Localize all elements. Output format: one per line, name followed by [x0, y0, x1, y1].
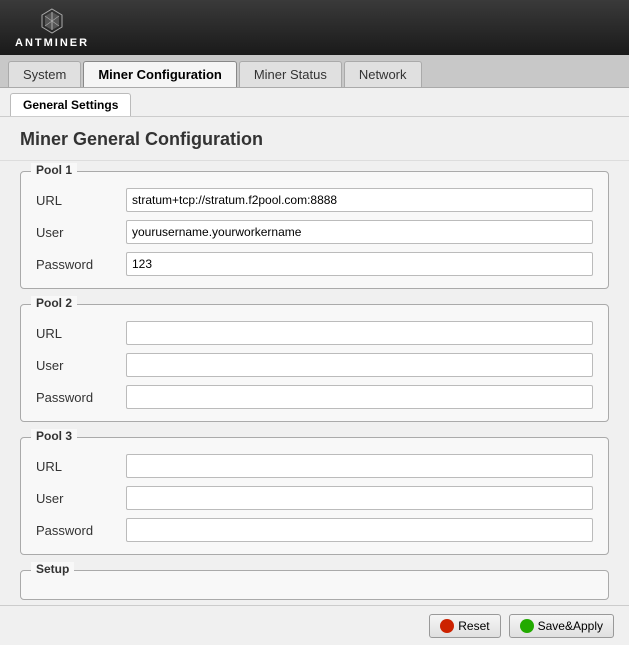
pool3-section: Pool 3 URL User Password: [20, 437, 609, 555]
pool2-password-row: Password: [36, 385, 593, 409]
tab-miner-status[interactable]: Miner Status: [239, 61, 342, 87]
pool3-password-input[interactable]: [126, 518, 593, 542]
main-content: Miner General Configuration Pool 1 URL U…: [0, 117, 629, 642]
pool2-password-input[interactable]: [126, 385, 593, 409]
pool1-password-label: Password: [36, 257, 126, 272]
pool2-user-input[interactable]: [126, 353, 593, 377]
sub-tab-general-settings[interactable]: General Settings: [10, 93, 131, 116]
pool1-user-row: User: [36, 220, 593, 244]
save-label: Save&Apply: [538, 619, 603, 633]
tab-system[interactable]: System: [8, 61, 81, 87]
pool2-section: Pool 2 URL User Password: [20, 304, 609, 422]
pool2-url-input[interactable]: [126, 321, 593, 345]
pool2-url-row: URL: [36, 321, 593, 345]
pool1-user-input[interactable]: [126, 220, 593, 244]
logo-text: ANTMINER: [15, 37, 89, 49]
pool3-password-row: Password: [36, 518, 593, 542]
pool1-legend: Pool 1: [31, 163, 77, 177]
form-area: Pool 1 URL User Password Pool 2 UR: [0, 161, 629, 636]
pool3-user-row: User: [36, 486, 593, 510]
nav-tabs: System Miner Configuration Miner Status …: [0, 55, 629, 88]
pool3-user-input[interactable]: [126, 486, 593, 510]
reset-button[interactable]: Reset: [429, 614, 500, 638]
save-icon: [520, 619, 534, 633]
pool1-password-row: Password: [36, 252, 593, 276]
page-title: Miner General Configuration: [0, 117, 629, 161]
header: ANTMINER: [0, 0, 629, 55]
pool2-legend: Pool 2: [31, 296, 77, 310]
reset-label: Reset: [458, 619, 489, 633]
pool1-url-input[interactable]: [126, 188, 593, 212]
pool1-user-label: User: [36, 225, 126, 240]
reset-icon: [440, 619, 454, 633]
pool1-url-row: URL: [36, 188, 593, 212]
logo-area: ANTMINER: [15, 7, 89, 49]
pool3-url-row: URL: [36, 454, 593, 478]
antminer-logo-icon: [38, 7, 66, 35]
setup-section: Setup: [20, 570, 609, 600]
app-wrapper: ANTMINER System Miner Configuration Mine…: [0, 0, 629, 645]
pool1-section: Pool 1 URL User Password: [20, 171, 609, 289]
sub-tabs: General Settings: [0, 88, 629, 117]
pool3-url-input[interactable]: [126, 454, 593, 478]
pool1-password-input[interactable]: [126, 252, 593, 276]
pool2-user-row: User: [36, 353, 593, 377]
pool3-password-label: Password: [36, 523, 126, 538]
pool2-url-label: URL: [36, 326, 126, 341]
pool1-url-label: URL: [36, 193, 126, 208]
save-apply-button[interactable]: Save&Apply: [509, 614, 614, 638]
tab-miner-configuration[interactable]: Miner Configuration: [83, 61, 237, 87]
tab-network[interactable]: Network: [344, 61, 422, 87]
pool3-url-label: URL: [36, 459, 126, 474]
pool2-password-label: Password: [36, 390, 126, 405]
pool3-user-label: User: [36, 491, 126, 506]
setup-legend: Setup: [31, 562, 74, 576]
pool2-user-label: User: [36, 358, 126, 373]
footer-bar: Reset Save&Apply: [0, 605, 629, 645]
pool3-legend: Pool 3: [31, 429, 77, 443]
